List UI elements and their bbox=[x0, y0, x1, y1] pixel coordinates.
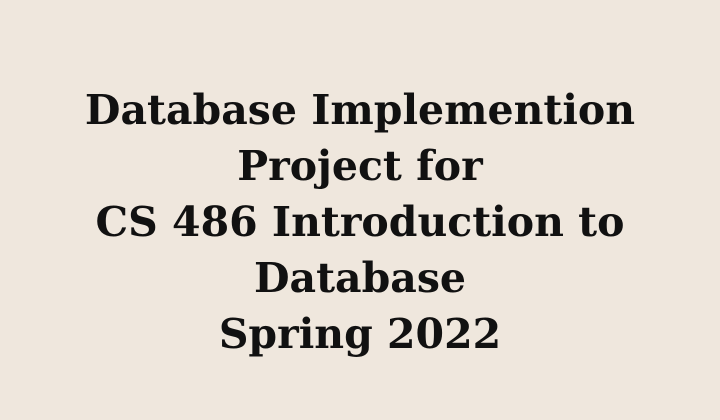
title-line-4: Database bbox=[253, 254, 467, 302]
document-page: Database Implemention Project for CS 486… bbox=[0, 0, 720, 420]
title-line-2: Project for bbox=[237, 142, 483, 190]
title-line-1: Database Implemention bbox=[84, 86, 636, 134]
title-line-3: CS 486 Introduction to bbox=[95, 198, 625, 246]
title-line-5: Spring 2022 bbox=[218, 310, 502, 358]
title-block: Database Implemention Project for CS 486… bbox=[0, 82, 720, 362]
